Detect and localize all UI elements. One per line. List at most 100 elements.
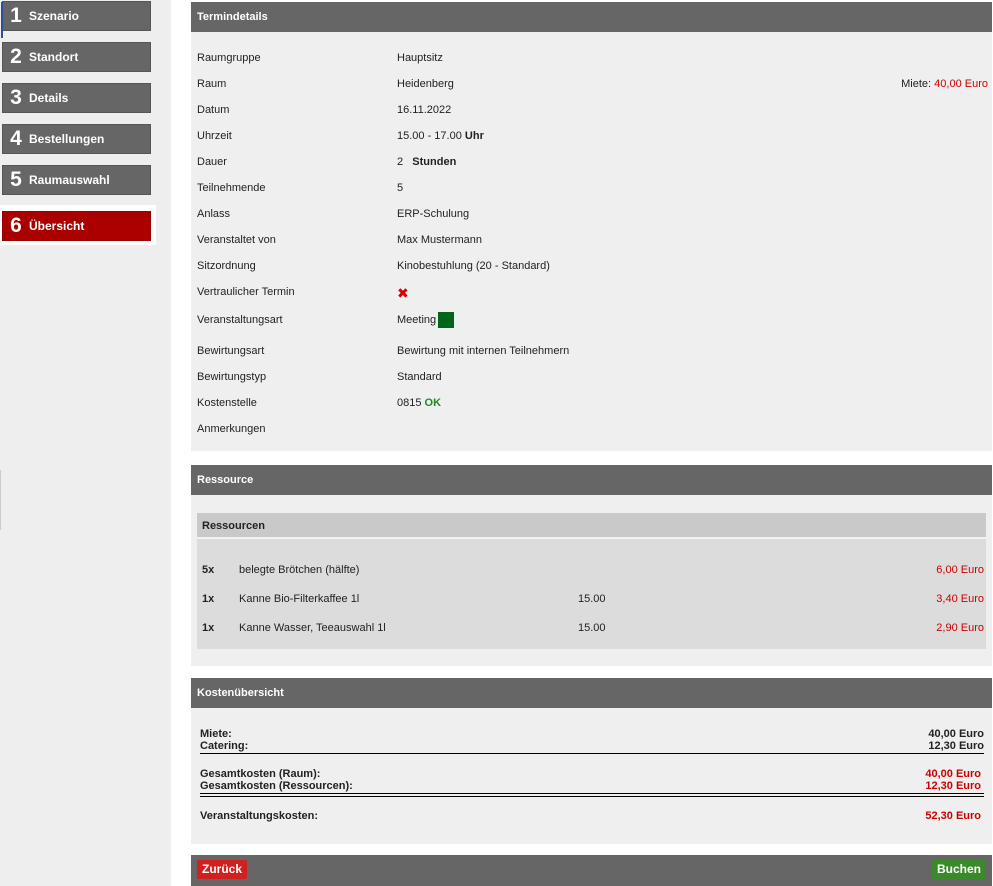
field-label: Veranstaltet von (197, 234, 276, 246)
item-time: 15.00 (578, 622, 606, 634)
back-button[interactable]: Zurück (197, 860, 248, 879)
item-qty: 5x (202, 564, 215, 576)
field-label: Anmerkungen (197, 423, 266, 435)
miete-value: 40,00 Euro (934, 78, 988, 90)
step-label: Raumauswahl (29, 173, 110, 187)
cost-label: Catering: (200, 740, 249, 752)
step-number: 2 (10, 45, 22, 68)
status-badge: OK (424, 397, 442, 409)
row-anmerkungen: Anmerkungen (197, 419, 988, 439)
row-veranstaltet: Veranstaltet von Max Mustermann (197, 230, 988, 250)
field-value: Kinobestuhlung (20 - Standard) (397, 260, 550, 272)
step-bestellungen[interactable]: 4 Bestellungen (2, 124, 151, 154)
event-type: Meeting (397, 314, 437, 326)
field-value: Bewirtung mit internen Teilnehmern (397, 345, 570, 357)
row-vertraulich: Vertraulicher Termin ✖ (197, 282, 988, 302)
ressourcen-table: Ressourcen 5x belegte Brötchen (hälfte) … (197, 513, 986, 649)
step-number: 6 (10, 214, 22, 237)
cost-row-veranstaltung: Veranstaltungskosten: 52,30 Euro (200, 810, 984, 823)
step-label: Standort (29, 50, 79, 64)
row-anlass: Anlass ERP-Schulung (197, 204, 988, 224)
field-value: Meeting (397, 310, 455, 330)
field-label: Veranstaltungsart (197, 314, 283, 326)
cross-icon: ✖ (397, 285, 409, 301)
step-raumauswahl[interactable]: 5 Raumauswahl (2, 165, 151, 195)
list-item: 5x belegte Brötchen (hälfte) 6,00 Euro (202, 560, 984, 580)
miete-info: Miete: 40,00 Euro (901, 74, 988, 94)
row-bewirtungstyp: Bewirtungstyp Standard (197, 367, 988, 387)
step-number: 3 (10, 86, 22, 109)
item-name: Kanne Wasser, Teeauswahl 1l (239, 622, 386, 634)
cost-row-catering: Catering: 12,30 Euro (200, 740, 984, 753)
item-price: 6,00 Euro (936, 564, 984, 576)
duration-value: 2 (397, 156, 404, 168)
field-label: Teilnehmende (197, 182, 266, 194)
step-standort[interactable]: 2 Standort (2, 42, 151, 72)
row-uhrzeit: Uhrzeit 15.00 - 17.00 Uhr (197, 126, 988, 146)
divider (200, 793, 984, 794)
list-item: 1x Kanne Bio-Filterkaffee 1l 15.00 3,40 … (202, 589, 984, 609)
action-bar: Zurück Buchen (191, 855, 992, 886)
field-label: Bewirtungstyp (197, 371, 267, 383)
step-number: 4 (10, 127, 22, 150)
termindetails-panel: Termindetails Raumgruppe Hauptsitz Raum … (191, 2, 992, 451)
panel-title: Termindetails (191, 2, 992, 32)
cost-label: Gesamtkosten (Ressourcen): (200, 780, 353, 792)
field-value: 15.00 - 17.00 Uhr (397, 126, 484, 146)
item-price: 2,90 Euro (936, 622, 984, 634)
time-unit: Uhr (464, 130, 484, 142)
row-raumgruppe: Raumgruppe Hauptsitz (197, 48, 988, 68)
field-label: Dauer (197, 156, 227, 168)
field-label: Datum (197, 104, 230, 116)
row-kostenstelle: Kostenstelle 0815 OK (197, 393, 988, 413)
panel-title: Kostenübersicht (191, 678, 992, 708)
field-value: 2 Stunden (397, 152, 456, 172)
item-name: Kanne Bio-Filterkaffee 1l (239, 593, 360, 605)
step-label: Bestellungen (29, 132, 105, 146)
event-type-color-swatch (438, 312, 455, 329)
step-szenario[interactable]: 1 Szenario (1, 1, 151, 38)
field-label: Vertraulicher Termin (197, 286, 295, 298)
row-veranstaltungsart: Veranstaltungsart Meeting (197, 310, 988, 330)
item-name: belegte Brötchen (hälfte) (239, 564, 360, 576)
cost-value: 52,30 Euro (925, 810, 981, 822)
table-header: Ressourcen (197, 513, 986, 539)
step-number: 5 (10, 168, 22, 191)
field-value: 5 (397, 182, 404, 194)
cost-label: Veranstaltungskosten: (200, 810, 318, 822)
duration-unit: Stunden (412, 156, 457, 168)
item-qty: 1x (202, 593, 215, 605)
step-uebersicht[interactable]: 6 Übersicht (2, 211, 151, 241)
field-label: Kostenstelle (197, 397, 257, 409)
cost-value: 12,30 Euro (928, 740, 984, 752)
field-label: Raumgruppe (197, 52, 261, 64)
wizard-sidebar: 1 Szenario 2 Standort 3 Details 4 Bestel… (0, 0, 171, 886)
item-price: 3,40 Euro (936, 593, 984, 605)
kostenuebersicht-panel: Kostenübersicht Miete: 40,00 Euro Cateri… (191, 678, 992, 844)
item-qty: 1x (202, 622, 215, 634)
field-value: 0815 OK (397, 393, 441, 413)
cost-center: 0815 (397, 397, 422, 409)
cost-value: 12,30 Euro (925, 780, 981, 792)
field-value: ERP-Schulung (397, 208, 470, 220)
field-label: Sitzordnung (197, 260, 256, 272)
row-sitzordnung: Sitzordnung Kinobestuhlung (20 - Standar… (197, 256, 988, 276)
book-button[interactable]: Buchen (931, 860, 986, 879)
row-datum: Datum 16.11.2022 (197, 100, 988, 120)
sidebar-divider (0, 470, 1, 530)
field-label: Raum (197, 78, 227, 90)
divider (200, 796, 984, 797)
field-label: Anlass (197, 208, 231, 220)
field-value: 16.11.2022 (397, 104, 452, 116)
step-details[interactable]: 3 Details (2, 83, 151, 113)
step-label: Szenario (29, 9, 80, 23)
panel-title: Ressource (191, 465, 992, 495)
list-item: 1x Kanne Wasser, Teeauswahl 1l 15.00 2,9… (202, 618, 984, 638)
field-label: Uhrzeit (197, 130, 232, 142)
miete-label: Miete: (901, 78, 932, 90)
row-raum: Raum Heidenberg Miete: 40,00 Euro (197, 74, 988, 94)
field-value: Hauptsitz (397, 52, 443, 64)
step-number: 1 (10, 4, 22, 27)
field-value: Max Mustermann (397, 234, 482, 246)
field-label: Bewirtungsart (197, 345, 265, 357)
